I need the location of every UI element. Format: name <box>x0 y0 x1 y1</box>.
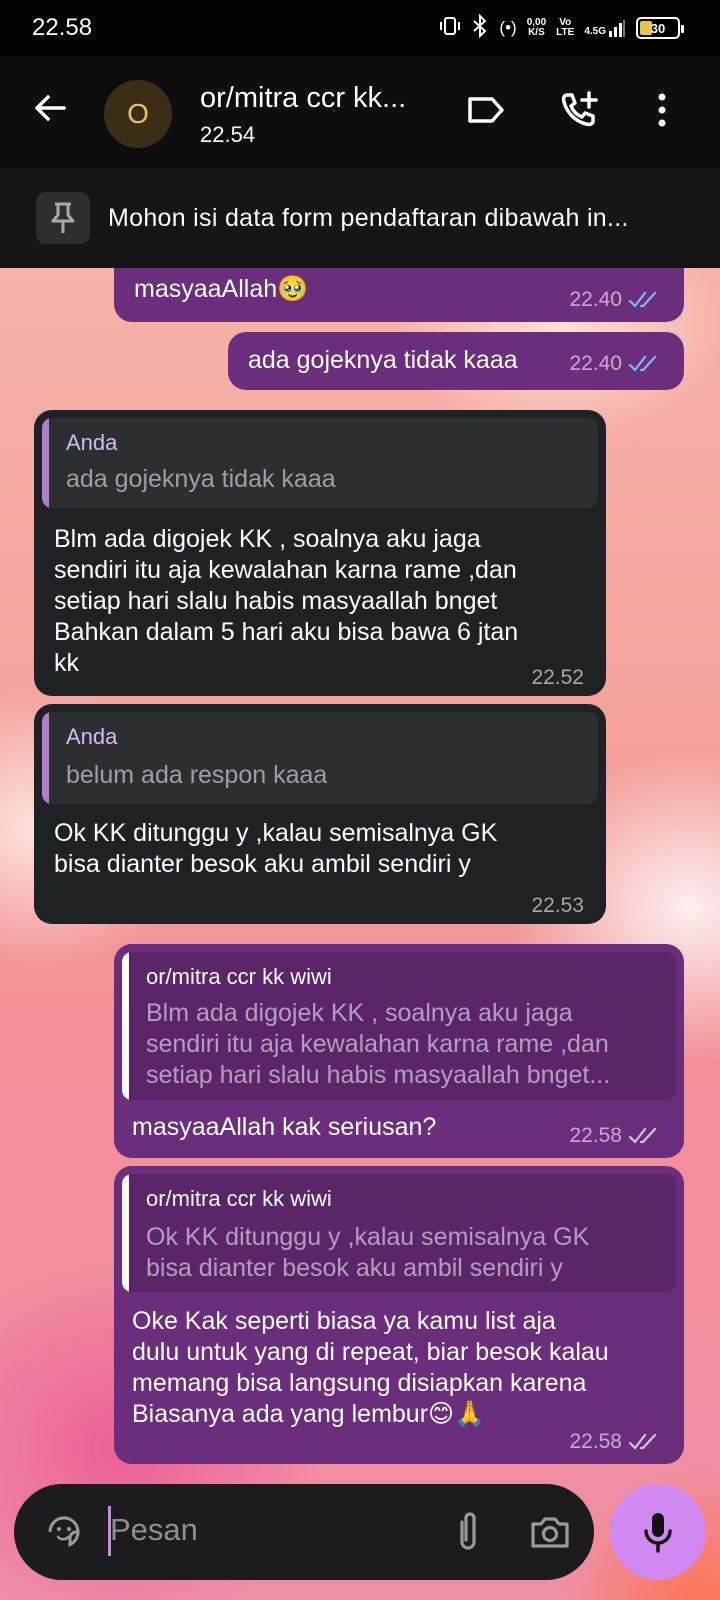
status-icons: (•) 0,00 K/S Vo LTE 4.5G 30 <box>439 12 684 44</box>
kebab-menu-icon <box>658 93 666 127</box>
message-bubble-outgoing[interactable]: or/mitra ccr kk wiwi Ok KK ditunggu y ,k… <box>114 1166 684 1464</box>
quote-text: belum ada respon kaaa <box>66 761 328 789</box>
label-icon <box>468 97 504 123</box>
bluetooth-icon <box>471 13 489 43</box>
reply-quote[interactable]: Anda belum ada respon kaaa <box>42 712 598 804</box>
message-text: ada gojeknya tidak kaaa <box>248 346 518 374</box>
more-options-button[interactable] <box>640 88 684 132</box>
add-call-button[interactable] <box>558 88 602 132</box>
message-text: Ok KK ditunggu y ,kalau semisalnya GK bi… <box>54 819 498 878</box>
pinned-message-text: Mohon isi data form pendaftaran dibawah … <box>108 204 629 232</box>
net-speed: 0,00 K/S <box>526 17 547 38</box>
chat-area[interactable]: masyaaAllah🥹 22.40 ada gojeknya tidak ka… <box>0 268 720 1600</box>
quote-text: Blm ada digojek KK , soalnya aku jaga se… <box>146 999 611 1089</box>
message-input[interactable]: Pesan <box>110 1512 198 1548</box>
arrow-left-icon <box>35 95 66 121</box>
microphone-icon <box>644 1513 672 1553</box>
volte-indicator: Vo LTE <box>556 17 575 38</box>
message-input-bar: Pesan <box>14 1484 594 1580</box>
message-bubble-outgoing[interactable]: masyaaAllah🥹 22.40 <box>114 268 684 322</box>
signal-indicator: 4.5G <box>584 19 626 37</box>
quote-sender: or/mitra ccr kk wiwi <box>146 1186 332 1211</box>
double-check-icon <box>628 355 657 372</box>
chat-title[interactable]: or/mitra ccr kk... <box>200 82 406 115</box>
message-bubble-incoming[interactable]: Anda belum ada respon kaaa Ok KK ditungg… <box>34 704 606 924</box>
voice-record-button[interactable] <box>610 1484 706 1580</box>
pinned-message-bar[interactable]: Mohon isi data form pendaftaran dibawah … <box>0 168 720 268</box>
message-time: 22.58 <box>569 1124 662 1148</box>
message-bubble-outgoing[interactable]: or/mitra ccr kk wiwi Blm ada digojek KK … <box>114 944 684 1158</box>
message-time: 22.40 <box>569 352 662 376</box>
message-time: 22.40 <box>569 288 662 312</box>
hotspot-icon: (•) <box>499 18 517 37</box>
message-text: masyaaAllah🥹 <box>134 275 309 303</box>
double-check-icon <box>628 1433 657 1450</box>
pin-icon <box>36 192 90 244</box>
quote-sender: Anda <box>66 430 118 455</box>
back-button[interactable] <box>26 84 74 132</box>
reply-quote[interactable]: or/mitra ccr kk wiwi Blm ada digojek KK … <box>122 952 676 1100</box>
camera-button[interactable] <box>526 1508 574 1556</box>
double-check-icon <box>628 1127 657 1144</box>
message-text: Oke Kak seperti biasa ya kamu list aja d… <box>132 1307 609 1428</box>
quote-text: ada gojeknya tidak kaaa <box>66 465 336 493</box>
attach-button[interactable] <box>444 1508 492 1556</box>
status-time: 22.58 <box>32 14 93 41</box>
quote-sender: or/mitra ccr kk wiwi <box>146 964 332 989</box>
sticker-button[interactable] <box>40 1508 88 1556</box>
message-bubble-incoming[interactable]: Anda ada gojeknya tidak kaaa Blm ada dig… <box>34 410 606 696</box>
quote-text: Ok KK ditunggu y ,kalau semisalnya GK bi… <box>146 1223 590 1282</box>
double-check-icon <box>628 291 657 308</box>
camera-icon <box>531 1517 569 1548</box>
paperclip-icon <box>460 1512 476 1550</box>
reply-quote[interactable]: or/mitra ccr kk wiwi Ok KK ditunggu y ,k… <box>122 1174 676 1292</box>
chat-header: O or/mitra ccr kk... 22.54 <box>0 56 720 168</box>
reply-quote[interactable]: Anda ada gojeknya tidak kaaa <box>42 418 598 508</box>
message-text: Blm ada digojek KK , soalnya aku jaga se… <box>54 525 519 677</box>
label-button[interactable] <box>464 88 508 132</box>
message-time: 22.52 <box>531 666 584 689</box>
battery-icon: 30 <box>636 17 684 39</box>
quote-sender: Anda <box>66 724 118 749</box>
message-time: 22.58 <box>569 1430 662 1454</box>
phone-plus-icon <box>561 91 598 127</box>
avatar[interactable]: O <box>104 80 172 148</box>
sticker-icon <box>48 1516 80 1547</box>
vibrate-icon <box>439 15 461 42</box>
message-time: 22.53 <box>531 894 584 917</box>
last-seen: 22.54 <box>200 122 256 147</box>
signal-bars-icon <box>609 20 625 37</box>
message-bubble-outgoing[interactable]: ada gojeknya tidak kaaa 22.40 <box>228 332 684 390</box>
message-text: masyaaAllah kak seriusan? <box>132 1113 437 1141</box>
status-bar: 22.58 (•) 0,00 K/S Vo LTE 4.5G 30 <box>0 0 720 56</box>
